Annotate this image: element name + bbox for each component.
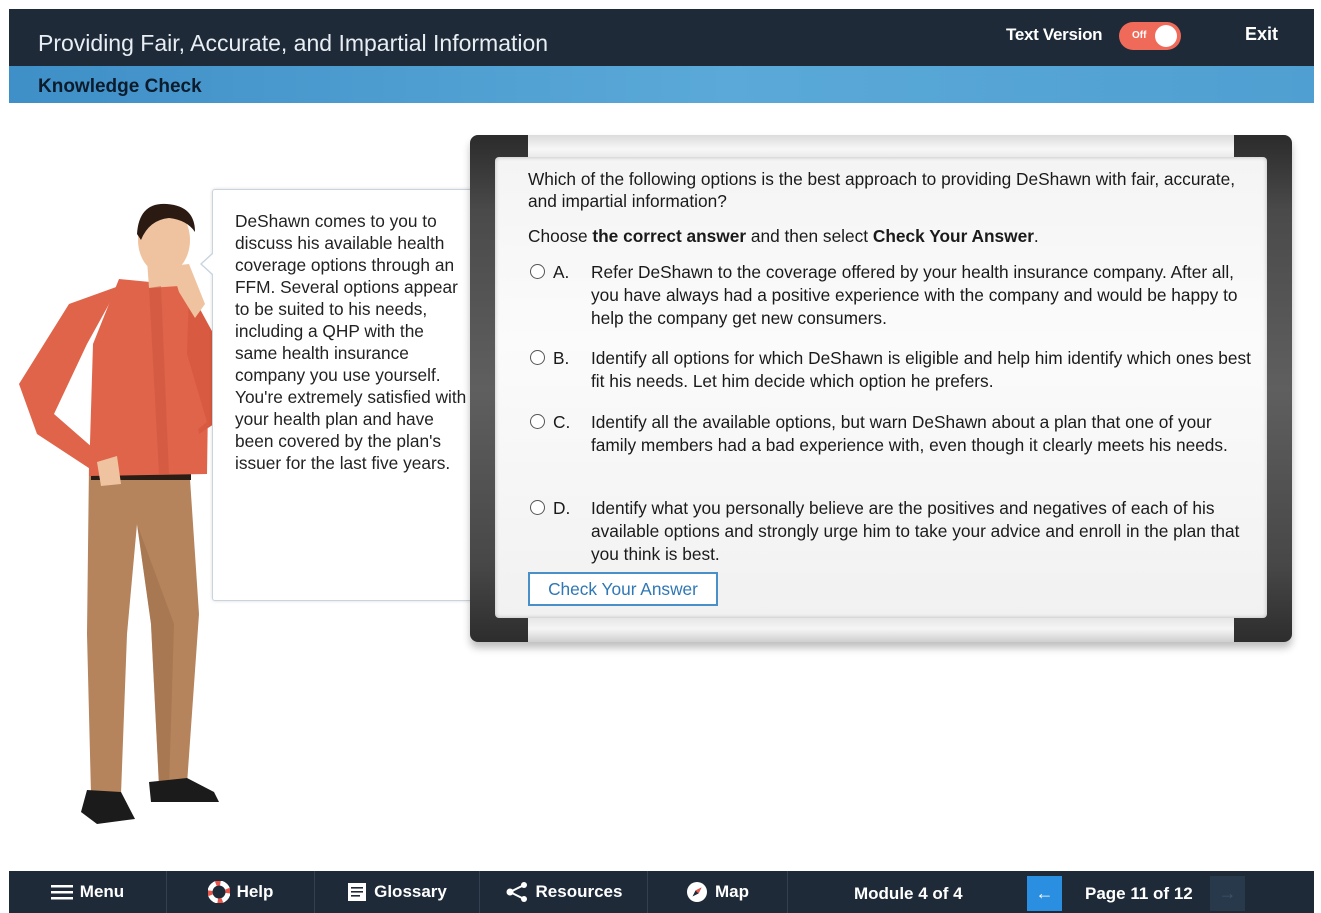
scenario-text: DeShawn comes to you to discuss his avai… — [235, 211, 467, 473]
instruction-text: Choose the correct answer and then selec… — [528, 225, 1248, 247]
menu-button[interactable]: Menu — [9, 871, 167, 913]
exit-button[interactable]: Exit — [1245, 24, 1278, 45]
menu-label: Menu — [79, 882, 125, 901]
module-indicator: Module 4 of 4 — [854, 884, 963, 903]
option-letter: A. — [553, 262, 570, 282]
check-your-answer-button[interactable]: Check Your Answer — [528, 572, 718, 606]
help-label: Help — [236, 882, 274, 901]
radio-button[interactable] — [530, 264, 545, 279]
footer-nav: Menu Help Glossary Resources Map Module … — [9, 871, 1314, 913]
left-arrow-icon: ← — [1035, 883, 1054, 903]
course-player: Providing Fair, Accurate, and Impartial … — [9, 9, 1314, 913]
option-letter: C. — [553, 412, 571, 432]
question-text: Which of the following options is the be… — [528, 169, 1236, 211]
toggle-state-label: Off — [1132, 30, 1147, 41]
whiteboard-frame: Which of the following options is the be… — [470, 135, 1292, 642]
option-text: Identify all the available options, but … — [591, 412, 1228, 455]
radio-button[interactable] — [530, 414, 545, 429]
glossary-icon — [348, 883, 367, 901]
person-illustration — [19, 203, 219, 824]
option-letter: B. — [553, 348, 570, 368]
text-version-toggle[interactable]: Off — [1119, 22, 1181, 50]
course-title: Providing Fair, Accurate, and Impartial … — [38, 30, 549, 56]
option-text: Identify all options for which DeShawn i… — [591, 348, 1251, 391]
question-panel: Which of the following options is the be… — [495, 157, 1267, 618]
page-indicator: Page 11 of 12 — [1085, 884, 1193, 903]
resources-label: Resources — [535, 882, 623, 901]
share-icon — [506, 882, 527, 902]
scenario-speech-bubble: DeShawn comes to you to discuss his avai… — [200, 189, 484, 601]
radio-button[interactable] — [530, 500, 545, 515]
instruction-bold-part: Check Your Answer — [872, 226, 1034, 246]
instruction-bold-part: the correct answer — [592, 226, 747, 246]
map-label: Map — [715, 882, 749, 901]
right-arrow-icon: → — [1218, 883, 1237, 903]
previous-page-button[interactable]: ← — [1027, 876, 1062, 911]
hamburger-icon — [50, 885, 73, 900]
answer-option-c[interactable]: C. Identify all the available options, b… — [528, 411, 1258, 481]
glossary-label: Glossary — [374, 882, 447, 901]
option-text: Identify what you personally believe are… — [591, 498, 1240, 564]
whiteboard-bottom-rail — [528, 618, 1234, 642]
compass-icon — [687, 882, 707, 902]
resources-button[interactable]: Resources — [480, 871, 648, 913]
section-title: Knowledge Check — [38, 76, 202, 97]
toggle-knob — [1155, 25, 1177, 47]
section-header: Knowledge Check — [9, 66, 1314, 103]
help-button[interactable]: Help — [167, 871, 315, 913]
map-button[interactable]: Map — [648, 871, 788, 913]
answer-option-a[interactable]: A. Refer DeShawn to the coverage offered… — [528, 261, 1258, 331]
lifebuoy-icon — [207, 881, 230, 903]
title-bar: Providing Fair, Accurate, and Impartial … — [9, 9, 1314, 66]
answer-option-d[interactable]: D. Identify what you personally believe … — [528, 497, 1258, 567]
answer-option-b[interactable]: B. Identify all options for which DeShaw… — [528, 347, 1258, 395]
next-page-button: → — [1210, 876, 1245, 911]
option-letter: D. — [553, 498, 571, 518]
instruction-part: . — [1033, 226, 1039, 246]
glossary-button[interactable]: Glossary — [315, 871, 480, 913]
option-text: Refer DeShawn to the coverage offered by… — [591, 262, 1238, 328]
instruction-part: and then select — [746, 226, 873, 246]
text-version-label: Text Version — [1006, 25, 1103, 44]
radio-button[interactable] — [530, 350, 545, 365]
instruction-part: Choose — [528, 226, 593, 246]
